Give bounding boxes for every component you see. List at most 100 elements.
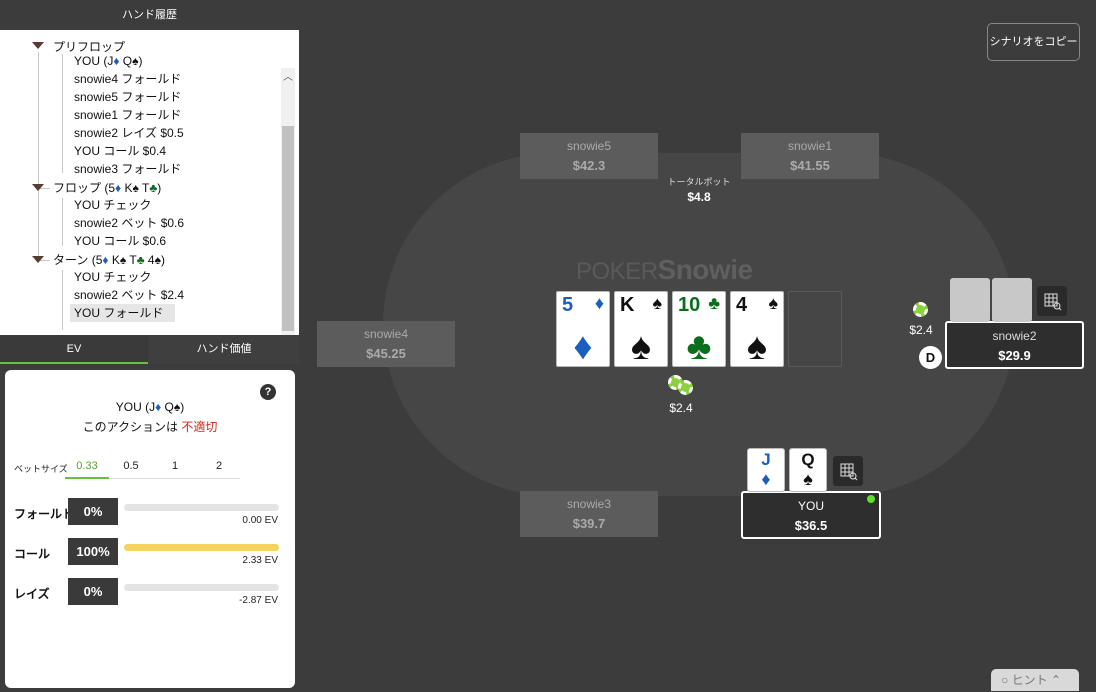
fold-frequency-bar xyxy=(124,504,279,511)
call-frequency-bar xyxy=(124,544,279,551)
text: K xyxy=(108,253,120,267)
tree-item[interactable]: snowie3 フォールド xyxy=(74,160,181,178)
dealer-button: D xyxy=(919,346,942,369)
text: ) xyxy=(138,54,143,68)
hole-card-2: Q ♠ xyxy=(789,448,827,492)
text: Q xyxy=(119,54,133,68)
collapse-triangle-icon[interactable] xyxy=(32,256,44,263)
fold-ev: 0.00 EV xyxy=(242,515,278,526)
poker-snowie-logo: POKERSnowie xyxy=(576,254,753,286)
left-panel: ハンド履歴 プリフロップ YOU (J♦ Q♠) snowie4 フォールド s… xyxy=(0,0,299,692)
seat-name: snowie1 xyxy=(787,139,833,153)
logo-text: POKER xyxy=(576,258,658,285)
diamond-icon: ♦ xyxy=(594,293,604,313)
club-icon: ♣ xyxy=(136,253,145,267)
tree-item-you-hand[interactable]: YOU (J♦ Q♠) xyxy=(74,52,143,70)
bet-size-active-indicator xyxy=(65,477,109,479)
tree-guide-line xyxy=(62,54,63,173)
text: ) xyxy=(157,181,162,195)
active-player-indicator xyxy=(867,495,875,503)
call-ev: 2.33 EV xyxy=(242,555,278,566)
chip-icon xyxy=(913,302,928,317)
text: YOU (J xyxy=(115,400,156,414)
text: ) xyxy=(180,400,185,414)
ev-panel: ? YOU (J♦ Q♠) このアクションは 不適切 ベットサイズ 0.33 0… xyxy=(5,370,295,688)
range-grid-button[interactable] xyxy=(1037,286,1067,316)
text: このアクションは xyxy=(82,420,182,434)
hand-history-title: ハンド履歴 xyxy=(0,0,299,30)
seat-you: YOU $36.5 xyxy=(741,491,881,539)
hint-label: ヒント xyxy=(1011,673,1048,687)
tree-item[interactable]: snowie4 フォールド xyxy=(74,70,181,88)
text: Q xyxy=(161,400,174,414)
club-icon: ♣ xyxy=(149,181,158,195)
tree-item[interactable]: YOU チェック xyxy=(74,196,151,214)
verdict-bad: 不適切 xyxy=(181,420,218,434)
tree-node-flop[interactable]: フロップ (5♦ K♠ T♣) xyxy=(53,179,161,197)
tree-guide-line xyxy=(62,198,63,246)
seat-stack: $45.25 xyxy=(366,346,406,361)
pot-chips-amount: $2.4 xyxy=(669,401,693,415)
tree-item[interactable]: snowie2 ベット $2.4 xyxy=(74,286,184,304)
seat-stack: $41.55 xyxy=(790,158,830,173)
bet-size-label: ベットサイズ xyxy=(14,464,68,474)
seat-name: snowie2 xyxy=(992,329,1037,343)
tree-scrollbar[interactable]: ︿ ﹀ xyxy=(281,68,295,335)
analysis-tabs: EV ハンド価値 xyxy=(0,336,299,364)
seat-stack: $42.3 xyxy=(572,158,606,173)
tree-item-selected[interactable]: YOU フォールド xyxy=(70,304,176,322)
tree-item[interactable]: YOU コール $0.4 xyxy=(74,142,166,160)
card-rank: J xyxy=(761,450,771,469)
seat-name: YOU xyxy=(797,499,824,513)
hint-button[interactable]: ○ ヒント ⌃ xyxy=(991,669,1079,691)
tree-item[interactable]: YOU チェック xyxy=(74,268,151,286)
collapse-triangle-icon[interactable] xyxy=(32,184,44,191)
hand-history-tree: プリフロップ YOU (J♦ Q♠) snowie4 フォールド snowie5… xyxy=(0,30,299,335)
spade-icon: ♠ xyxy=(746,326,768,368)
raise-frequency-bar xyxy=(124,584,279,591)
card-rank: 10 xyxy=(678,294,701,316)
snowie2-bet-amount: $2.4 xyxy=(909,323,933,337)
tree-item[interactable]: snowie5 フォールド xyxy=(74,88,181,106)
tab-ev[interactable]: EV xyxy=(0,336,148,364)
card-rank: 5 xyxy=(562,294,574,316)
tab-hand-value[interactable]: ハンド価値 xyxy=(149,336,299,364)
bet-size-option[interactable]: 2 xyxy=(199,460,239,472)
ev-hand-title: YOU (J♦ Q♠) xyxy=(5,400,295,414)
chevron-icon: ⌃ xyxy=(1047,673,1061,687)
spade-icon: ♠ xyxy=(630,326,652,368)
scroll-thumb[interactable] xyxy=(282,126,294,331)
tree-node-turn[interactable]: ターン (5♦ K♠ T♣ 4♠) xyxy=(53,251,165,269)
bulb-icon: ○ xyxy=(1001,673,1012,687)
board-card-4: 4 ♠ ♠ xyxy=(730,291,784,367)
action-verdict: このアクションは 不適切 xyxy=(5,418,295,435)
bar-fill xyxy=(124,544,279,551)
card-back xyxy=(992,278,1032,322)
tree-item[interactable]: snowie2 レイズ $0.5 xyxy=(74,124,184,142)
text: YOU (J xyxy=(74,54,114,68)
bet-size-option[interactable]: 0.5 xyxy=(111,460,151,472)
scroll-up-icon[interactable]: ︿ xyxy=(281,68,295,83)
tree-guide-line xyxy=(62,270,63,330)
hole-card-1: J ♦ xyxy=(747,448,785,492)
bet-size-option[interactable]: 1 xyxy=(155,460,195,472)
seat-stack: $29.9 xyxy=(998,348,1031,363)
range-grid-button[interactable] xyxy=(833,456,863,486)
tree-item[interactable]: YOU コール $0.6 xyxy=(74,232,166,250)
tree-item[interactable]: snowie1 フォールド xyxy=(74,106,181,124)
text: ターン (5 xyxy=(53,253,103,267)
seat-name: snowie3 xyxy=(566,497,612,511)
collapse-triangle-icon[interactable] xyxy=(32,42,44,49)
seat-stack: $36.5 xyxy=(794,518,828,533)
grid-icon xyxy=(1044,293,1062,311)
bet-size-option[interactable]: 0.33 xyxy=(67,460,107,472)
seat-snowie1: snowie1 $41.55 xyxy=(741,133,879,179)
text: K xyxy=(121,181,133,195)
seat-snowie5: snowie5 $42.3 xyxy=(520,133,658,179)
copy-scenario-button[interactable]: シナリオをコピー xyxy=(987,23,1080,61)
seat-name: snowie4 xyxy=(363,327,409,341)
spade-icon: ♠ xyxy=(768,293,778,313)
tree-item[interactable]: snowie2 ベット $0.6 xyxy=(74,214,184,232)
help-icon[interactable]: ? xyxy=(260,384,276,400)
text: 4 xyxy=(144,253,155,267)
